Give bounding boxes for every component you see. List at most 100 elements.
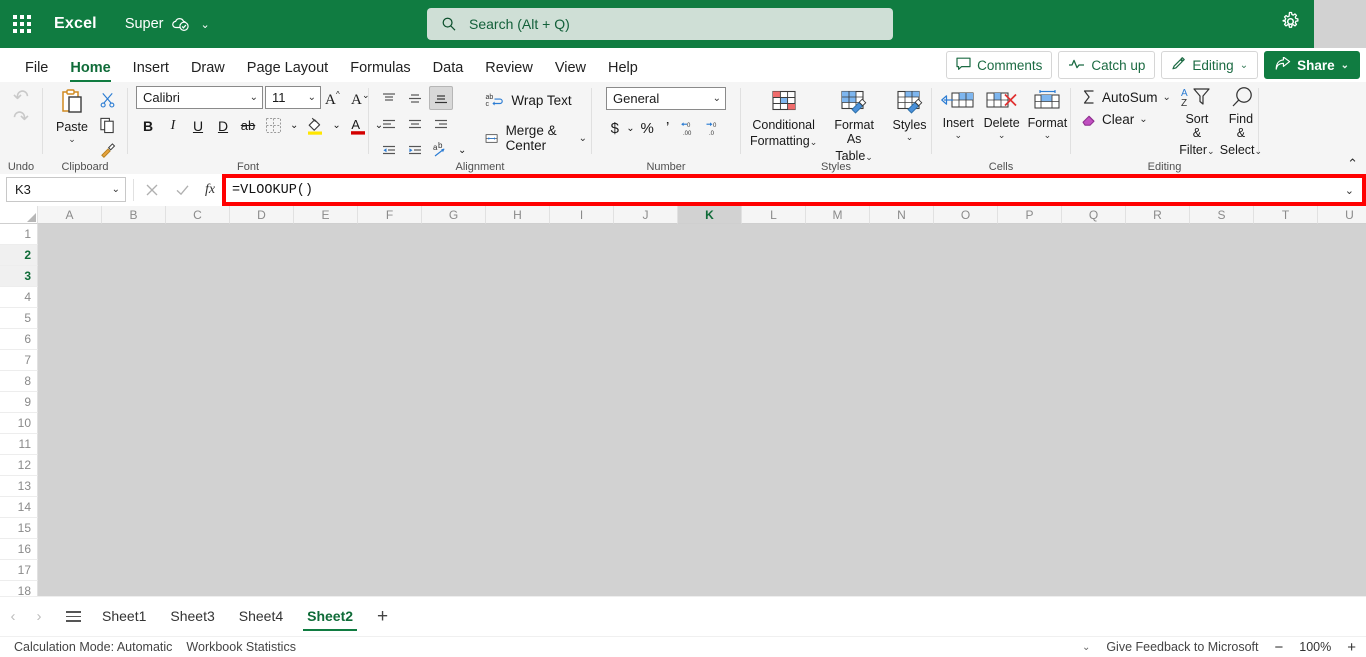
- find-select-chevron-down-icon[interactable]: ⌄: [1255, 146, 1263, 156]
- font-color-button[interactable]: A: [346, 114, 370, 137]
- align-right-button[interactable]: [429, 112, 453, 136]
- merge-center-chevron-down-icon[interactable]: ⌄: [579, 133, 587, 144]
- format-cells-chevron-down-icon[interactable]: ⌄: [1044, 131, 1052, 140]
- sheet-tab-sheet4[interactable]: Sheet4: [227, 600, 295, 633]
- row-header-1[interactable]: 1: [0, 224, 38, 245]
- column-header-p[interactable]: P: [998, 206, 1062, 224]
- copy-button[interactable]: [96, 113, 120, 137]
- add-sheet-button[interactable]: +: [365, 607, 400, 626]
- expand-formula-bar-chevron-down-icon[interactable]: ⌄: [1345, 184, 1362, 197]
- insert-function-button[interactable]: fx: [199, 180, 221, 200]
- row-header-12[interactable]: 12: [0, 455, 38, 476]
- redo-button[interactable]: ↷: [13, 109, 29, 128]
- zoom-level-label[interactable]: 100%: [1299, 640, 1331, 654]
- tab-data[interactable]: Data: [422, 60, 475, 83]
- row-header-10[interactable]: 10: [0, 413, 38, 434]
- share-button[interactable]: Share ⌄: [1264, 51, 1360, 79]
- increase-font-size-button[interactable]: A ^: [321, 86, 347, 109]
- align-bottom-button[interactable]: [429, 86, 453, 110]
- tab-draw[interactable]: Draw: [180, 60, 236, 83]
- align-middle-button[interactable]: [403, 86, 427, 110]
- editing-mode-button[interactable]: Editing ⌄: [1161, 51, 1259, 79]
- tab-insert[interactable]: Insert: [122, 60, 180, 83]
- number-format-select[interactable]: General ⌄: [606, 87, 726, 110]
- font-family-select[interactable]: Calibri ⌄: [136, 86, 263, 109]
- sort-filter-chevron-down-icon[interactable]: ⌄: [1207, 146, 1215, 156]
- column-header-n[interactable]: N: [870, 206, 934, 224]
- column-header-q[interactable]: Q: [1062, 206, 1126, 224]
- clear-chevron-down-icon[interactable]: ⌄: [1139, 114, 1147, 125]
- align-left-button[interactable]: [377, 112, 401, 136]
- column-header-h[interactable]: H: [486, 206, 550, 224]
- borders-chevron-down-icon[interactable]: ⌄: [286, 120, 302, 131]
- cancel-formula-button[interactable]: [142, 180, 162, 200]
- row-header-9[interactable]: 9: [0, 392, 38, 413]
- column-header-u[interactable]: U: [1318, 206, 1366, 224]
- column-header-g[interactable]: G: [422, 206, 486, 224]
- row-header-11[interactable]: 11: [0, 434, 38, 455]
- column-header-j[interactable]: J: [614, 206, 678, 224]
- column-header-m[interactable]: M: [806, 206, 870, 224]
- find-select-button[interactable]: Find & Select⌄: [1220, 86, 1263, 157]
- tab-file[interactable]: File: [14, 60, 59, 83]
- app-launcher-button[interactable]: [0, 0, 44, 48]
- underline-button[interactable]: U: [186, 114, 210, 137]
- give-feedback-button[interactable]: Give Feedback to Microsoft: [1106, 640, 1258, 654]
- undo-button[interactable]: ↶: [13, 88, 29, 107]
- column-header-f[interactable]: F: [358, 206, 422, 224]
- row-header-15[interactable]: 15: [0, 518, 38, 539]
- row-header-2[interactable]: 2: [0, 245, 38, 266]
- column-header-i[interactable]: I: [550, 206, 614, 224]
- currency-format-button[interactable]: $: [606, 117, 623, 140]
- row-header-5[interactable]: 5: [0, 308, 38, 329]
- format-painter-button[interactable]: [96, 138, 120, 162]
- next-sheet-button[interactable]: ›: [26, 608, 52, 625]
- sort-filter-button[interactable]: A Z Sort & Filter⌄: [1177, 86, 1217, 157]
- increase-indent-button[interactable]: [403, 138, 427, 162]
- sheet-tab-sheet2[interactable]: Sheet2: [295, 600, 365, 633]
- delete-cells-button[interactable]: Delete ⌄: [981, 88, 1023, 140]
- align-top-button[interactable]: [377, 86, 401, 110]
- select-all-button[interactable]: [0, 206, 38, 224]
- calculation-mode-status[interactable]: Calculation Mode: Automatic: [14, 640, 172, 654]
- search-box[interactable]: [427, 8, 893, 40]
- cut-button[interactable]: [96, 88, 120, 112]
- tab-page-layout[interactable]: Page Layout: [236, 60, 339, 83]
- currency-chevron-down-icon[interactable]: ⌄: [626, 123, 634, 134]
- row-header-13[interactable]: 13: [0, 476, 38, 497]
- column-header-d[interactable]: D: [230, 206, 294, 224]
- orientation-chevron-down-icon[interactable]: ⌄: [455, 145, 469, 156]
- font-size-chevron-down-icon[interactable]: ⌄: [308, 92, 316, 103]
- delete-cells-chevron-down-icon[interactable]: ⌄: [998, 131, 1006, 140]
- column-header-o[interactable]: O: [934, 206, 998, 224]
- autosum-chevron-down-icon[interactable]: ⌄: [1163, 92, 1171, 103]
- conditional-formatting-chevron-down-icon[interactable]: ⌄: [810, 137, 818, 147]
- decrease-indent-button[interactable]: [377, 138, 401, 162]
- cell-styles-button[interactable]: Styles ⌄: [888, 88, 931, 142]
- confirm-formula-button[interactable]: [172, 180, 192, 200]
- column-header-s[interactable]: S: [1190, 206, 1254, 224]
- zoom-out-button[interactable]: −: [1274, 640, 1283, 655]
- comma-format-button[interactable]: ’: [660, 117, 676, 140]
- tab-review[interactable]: Review: [474, 60, 544, 83]
- decrease-decimal-button[interactable]: 0 .0: [704, 117, 726, 140]
- editing-chevron-down-icon[interactable]: ⌄: [1240, 60, 1248, 71]
- font-family-chevron-down-icon[interactable]: ⌄: [250, 92, 258, 103]
- column-header-l[interactable]: L: [742, 206, 806, 224]
- document-menu-chevron-down-icon[interactable]: ⌄: [201, 18, 210, 31]
- wrap-text-button[interactable]: ab c Wrap Text: [481, 89, 591, 112]
- row-header-17[interactable]: 17: [0, 560, 38, 581]
- tab-formulas[interactable]: Formulas: [339, 60, 421, 83]
- bold-button[interactable]: B: [136, 114, 160, 137]
- increase-decimal-button[interactable]: 0 .00: [679, 117, 701, 140]
- workbook-statistics-button[interactable]: Workbook Statistics: [186, 640, 296, 654]
- row-header-3[interactable]: 3: [0, 266, 38, 287]
- text-orientation-button[interactable]: a b: [429, 138, 453, 162]
- autosum-button[interactable]: AutoSum ⌄: [1079, 88, 1173, 106]
- tab-help[interactable]: Help: [597, 60, 649, 83]
- column-header-e[interactable]: E: [294, 206, 358, 224]
- cell-styles-chevron-down-icon[interactable]: ⌄: [906, 133, 914, 142]
- strikethrough-button[interactable]: ab: [236, 114, 260, 137]
- format-as-table-button[interactable]: Format As Table⌄: [822, 88, 886, 163]
- share-chevron-down-icon[interactable]: ⌄: [1341, 60, 1349, 71]
